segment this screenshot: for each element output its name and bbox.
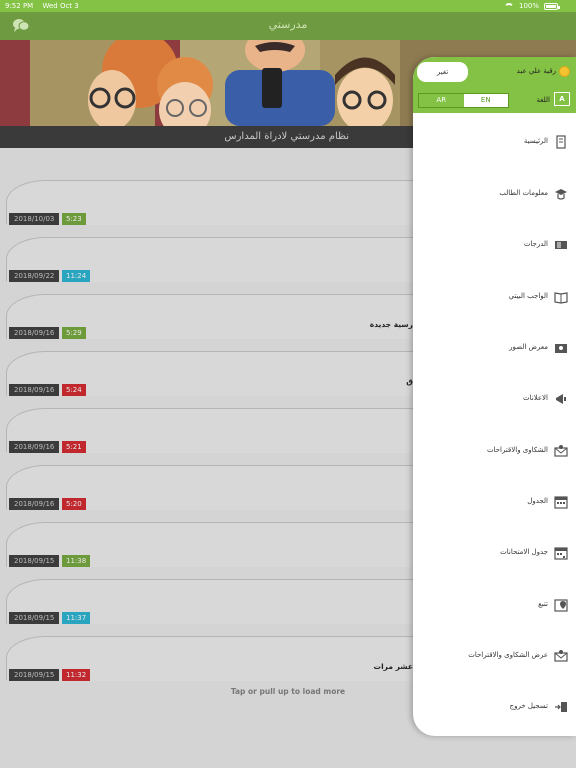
exam-calendar-icon bbox=[554, 547, 568, 560]
menu-item-photo[interactable]: معرض الصور bbox=[413, 338, 576, 360]
change-user-button[interactable]: تغير bbox=[417, 62, 468, 82]
menu-item-label: الشكاوى والاقتراحات bbox=[486, 446, 548, 454]
lang-ar-option[interactable]: AR bbox=[419, 94, 464, 107]
side-drawer: تغير رقية علي عبد AR EN اللغة A الرئيسية… bbox=[413, 57, 576, 736]
menu-item-megaphone[interactable]: الاعلانات bbox=[413, 389, 576, 411]
notification-text: رسية جديدة bbox=[369, 320, 413, 329]
notification-card[interactable]: 2018/09/16 5:20 bbox=[6, 465, 426, 510]
nav-bar: مدرستي bbox=[0, 12, 576, 40]
notification-date: 2018/09/15 bbox=[9, 555, 60, 567]
notification-card[interactable]: 2018/09/15 11:38 bbox=[6, 522, 426, 567]
smiley-avatar-icon bbox=[559, 66, 570, 77]
menu-item-label: تتبع bbox=[538, 600, 548, 608]
menu-item-label: عرض الشكاوى والاقتراحات bbox=[468, 651, 548, 659]
app-title: مدرستي bbox=[268, 18, 308, 31]
menu-item-label: الدرجات bbox=[523, 240, 548, 248]
graduation-cap-icon bbox=[555, 189, 567, 200]
menu-item-exam-calendar[interactable]: جدول الامتحانات bbox=[413, 543, 576, 565]
notification-time: 11:32 bbox=[62, 669, 91, 681]
calendar-icon bbox=[554, 496, 568, 509]
menu-item-view-mail[interactable]: عرض الشكاوى والاقتراحات bbox=[413, 646, 576, 668]
notification-date: 2018/09/15 bbox=[9, 612, 60, 624]
menu-item-label: معرض الصور bbox=[509, 343, 548, 351]
menu-item-label: الاعلانات bbox=[523, 394, 548, 402]
status-time: 9:52 PM bbox=[5, 2, 34, 10]
notification-card[interactable]: 2018/09/15 11:32 عشر مرات bbox=[6, 636, 426, 681]
battery-percent: 100% bbox=[518, 2, 539, 10]
language-toggle[interactable]: AR EN bbox=[418, 93, 509, 108]
status-bar: 9:52 PM Wed Oct 3 100% bbox=[0, 0, 576, 12]
menu-item-logout[interactable]: تسجيل خروج bbox=[413, 697, 576, 719]
home-icon bbox=[556, 135, 566, 149]
wifi-icon bbox=[503, 2, 514, 10]
notification-text: عشر مرات bbox=[373, 662, 413, 671]
menu-item-book[interactable]: الواجب البيتي bbox=[413, 287, 576, 309]
menu-item-label: معلومات الطالب bbox=[499, 189, 548, 197]
grades-icon bbox=[555, 241, 567, 249]
notification-time: 5:20 bbox=[62, 498, 86, 510]
menu-item-graduation-cap[interactable]: معلومات الطالب bbox=[413, 184, 576, 206]
notification-date: 2018/09/15 bbox=[9, 669, 60, 681]
status-date: Wed Oct 3 bbox=[42, 2, 79, 10]
photo-icon bbox=[555, 344, 567, 353]
menu-item-label: الرئيسية bbox=[523, 137, 548, 145]
notification-date: 2018/09/16 bbox=[9, 441, 60, 453]
user-name: رقية علي عبد bbox=[516, 67, 556, 75]
drawer-header: تغير رقية علي عبد bbox=[413, 57, 576, 87]
menu-item-home[interactable]: الرئيسية bbox=[413, 132, 576, 154]
notification-card[interactable]: 2018/10/03 5:23 bbox=[6, 180, 426, 225]
menu-item-map-marker[interactable]: تتبع bbox=[413, 595, 576, 617]
map-marker-icon bbox=[554, 599, 568, 612]
menu-item-calendar[interactable]: الجدول bbox=[413, 492, 576, 514]
notification-time: 5:24 bbox=[62, 384, 86, 396]
megaphone-icon bbox=[556, 394, 566, 404]
menu-item-label: الجدول bbox=[527, 497, 548, 505]
view-mail-icon bbox=[554, 650, 568, 662]
menu-item-label: الواجب البيتي bbox=[508, 292, 548, 300]
notification-date: 2018/09/16 bbox=[9, 498, 60, 510]
logout-icon bbox=[555, 702, 567, 712]
notification-text: ق bbox=[406, 377, 413, 386]
notification-time: 11:37 bbox=[62, 612, 91, 624]
notification-card[interactable]: 2018/09/22 11:24 bbox=[6, 237, 426, 282]
language-row: AR EN اللغة A bbox=[413, 87, 576, 113]
menu-item-label: تسجيل خروج bbox=[509, 702, 548, 710]
language-icon: A bbox=[554, 92, 570, 106]
notification-time: 5:29 bbox=[62, 327, 86, 339]
notification-time: 5:23 bbox=[62, 213, 86, 225]
battery-icon bbox=[544, 2, 560, 10]
menu-item-mail[interactable]: الشكاوى والاقتراحات bbox=[413, 441, 576, 463]
notification-card[interactable]: 2018/09/16 5:21 bbox=[6, 408, 426, 453]
notification-date: 2018/09/22 bbox=[9, 270, 60, 282]
lang-en-option[interactable]: EN bbox=[464, 94, 509, 107]
notification-date: 2018/09/16 bbox=[9, 384, 60, 396]
menu-item-label: جدول الامتحانات bbox=[500, 548, 548, 556]
notification-time: 11:38 bbox=[62, 555, 91, 567]
notification-card[interactable]: 2018/09/15 11:37 bbox=[6, 579, 426, 624]
notification-card[interactable]: 2018/09/16 5:29 رسية جديدة bbox=[6, 294, 426, 339]
notification-card[interactable]: 2018/09/16 5:24 ق bbox=[6, 351, 426, 396]
language-label: اللغة bbox=[536, 96, 550, 104]
notification-time: 11:24 bbox=[62, 270, 91, 282]
mail-icon bbox=[554, 445, 568, 457]
notification-date: 2018/09/16 bbox=[9, 327, 60, 339]
notification-date: 2018/10/03 bbox=[9, 213, 60, 225]
book-icon bbox=[554, 292, 568, 304]
menu-item-grades[interactable]: الدرجات bbox=[413, 235, 576, 257]
notification-time: 5:21 bbox=[62, 441, 86, 453]
